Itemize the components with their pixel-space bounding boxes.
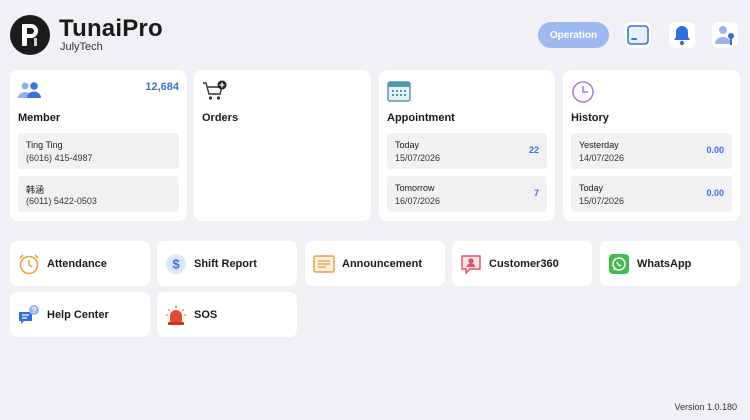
user-account-button[interactable] [712,22,738,48]
user-key-icon [715,26,734,45]
appointment-day-label: Today [395,140,420,150]
shift-report-label: Shift Report [194,258,257,270]
member-card[interactable]: 12,684 Member Ting Ting (6016) 415-4987 … [10,70,187,221]
members-icon [18,80,42,102]
app-version: Version 1.0.180 [674,402,737,412]
appointment-card-title: Appointment [387,112,455,124]
appointment-card[interactable]: Appointment Today 15/07/2026 22 Tomorrow… [379,70,555,221]
history-amount: 0.00 [706,188,724,198]
appointment-date: 16/07/2026 [395,196,441,206]
orders-card[interactable]: Orders [194,70,371,221]
screen-icon [627,25,649,45]
customer360-tile[interactable]: Customer360 [452,241,592,286]
attendance-tile[interactable]: Attendance [10,241,150,286]
notifications-button[interactable] [669,22,695,48]
help-chat-icon: ? [18,304,40,326]
app-title: TunaiPro [59,15,163,42]
shift-report-tile[interactable]: $ Shift Report [157,241,297,286]
member-name: 韩涵 [26,185,45,195]
history-row-yesterday[interactable]: Yesterday 14/07/2026 0.00 [571,133,732,169]
history-date: 14/07/2026 [579,153,625,163]
customer-icon [460,253,482,275]
whatsapp-tile[interactable]: WhatsApp [600,241,740,286]
clock-icon [571,80,595,103]
history-card-title: History [571,112,609,124]
appointment-row-tomorrow[interactable]: Tomorrow 16/07/2026 7 [387,176,547,212]
tunaipro-logo [10,15,50,55]
alarm-clock-icon [18,253,40,275]
logo-p-icon [22,24,38,46]
company-name: JulyTech [60,41,103,53]
appointment-date: 15/07/2026 [395,153,441,163]
display-toggle-button[interactable] [625,22,651,48]
svg-text:?: ? [32,306,37,315]
appointment-count: 22 [528,145,539,155]
orders-card-title: Orders [202,112,239,124]
sos-label: SOS [194,309,218,321]
bell-icon [674,26,690,46]
whatsapp-icon [608,253,630,275]
member-card-title: Member [18,112,61,124]
help-center-label: Help Center [47,309,109,321]
history-day-label: Today [579,183,604,193]
svg-text:$: $ [172,257,180,272]
member-phone: (6011) 5422-0503 [26,196,97,206]
whatsapp-label: WhatsApp [637,258,692,270]
history-amount: 0.00 [706,145,724,155]
cart-add-icon [202,80,227,102]
help-center-tile[interactable]: ? Help Center [10,292,150,337]
sos-tile[interactable]: SOS [157,292,297,337]
history-row-today[interactable]: Today 15/07/2026 0.00 [571,176,732,212]
member-count: 12,684 [145,81,179,93]
appointment-count: 7 [533,188,539,198]
history-card[interactable]: History Yesterday 14/07/2026 0.00 Today … [563,70,740,221]
member-name: Ting Ting [26,140,63,150]
member-list-item[interactable]: 韩涵 (6011) 5422-0503 [18,176,179,212]
member-list-item[interactable]: Ting Ting (6016) 415-4987 [18,133,179,169]
attendance-label: Attendance [47,258,107,270]
app-header: TunaiPro JulyTech Operation [0,0,750,66]
appointment-row-today[interactable]: Today 15/07/2026 22 [387,133,547,169]
announcement-tile[interactable]: Announcement [305,241,445,286]
announcement-icon [313,253,335,275]
customer360-label: Customer360 [489,258,559,270]
history-date: 15/07/2026 [579,196,625,206]
operation-button[interactable]: Operation [538,22,609,48]
member-phone: (6016) 415-4987 [26,153,93,163]
calendar-icon [387,80,411,102]
history-day-label: Yesterday [579,140,619,150]
dollar-icon: $ [165,253,187,275]
appointment-day-label: Tomorrow [395,183,435,193]
announcement-label: Announcement [342,258,423,270]
siren-icon [165,304,187,326]
